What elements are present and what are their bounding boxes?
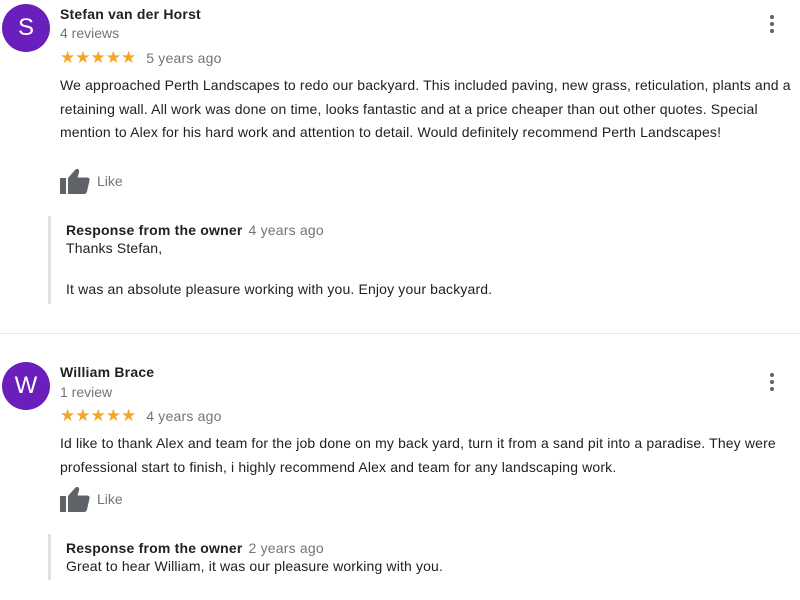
owner-response-paragraph: It was an absolute pleasure working with… [66,280,493,297]
author-review-count: 1 review [60,384,113,400]
review-text: Id like to thank Alex and team for the j… [60,435,776,475]
avatar[interactable]: S [2,4,50,52]
owner-response-title: Response from the owner [66,540,243,556]
owner-response: Response from the owner 4 years ago Than… [48,216,788,304]
more-vert-icon [770,15,774,19]
thumb-up-icon [60,486,90,512]
review-text: We approached Perth Landscapes to redo o… [60,77,791,140]
star-rating: ★★★★★ [60,406,136,426]
owner-response-title: Response from the owner [66,222,243,238]
more-options-button[interactable] [762,12,782,36]
more-vert-icon [770,373,774,377]
like-label: Like [97,491,123,507]
star-icon: ★★★★★ [60,48,137,68]
review-date: 5 years ago [146,50,222,66]
owner-response-paragraph: Great to hear William, it was our pleasu… [66,558,444,574]
owner-response-date: 2 years ago [248,540,324,556]
thumb-up-icon [60,168,90,194]
avatar[interactable]: W [2,362,50,410]
star-icon: ★★★★★ [60,406,137,426]
review-date: 4 years ago [146,408,222,424]
like-button[interactable]: Like [60,486,123,512]
owner-response-text: Great to hear William, it was our pleasu… [66,556,788,577]
star-rating: ★★★★★ [60,48,136,68]
more-options-button[interactable] [762,370,782,394]
review-card: S Stefan van der Horst 4 reviews ★★★★★ 5… [0,0,800,334]
owner-response: Response from the owner 2 years ago Grea… [48,534,788,580]
review-card: W William Brace 1 review ★★★★★ 4 years a… [0,334,800,600]
rating-row: ★★★★★ 4 years ago [60,406,222,426]
author-name[interactable]: William Brace [60,364,154,380]
owner-response-paragraph: Thanks Stefan, [66,240,163,256]
author-name[interactable]: Stefan van der Horst [60,6,201,22]
author-review-count: 4 reviews [60,25,120,41]
like-label: Like [97,173,123,189]
rating-row: ★★★★★ 5 years ago [60,48,222,68]
like-button[interactable]: Like [60,168,123,194]
owner-response-date: 4 years ago [248,222,324,238]
owner-response-text: Thanks Stefan, It was an absolute pleasu… [66,238,788,299]
